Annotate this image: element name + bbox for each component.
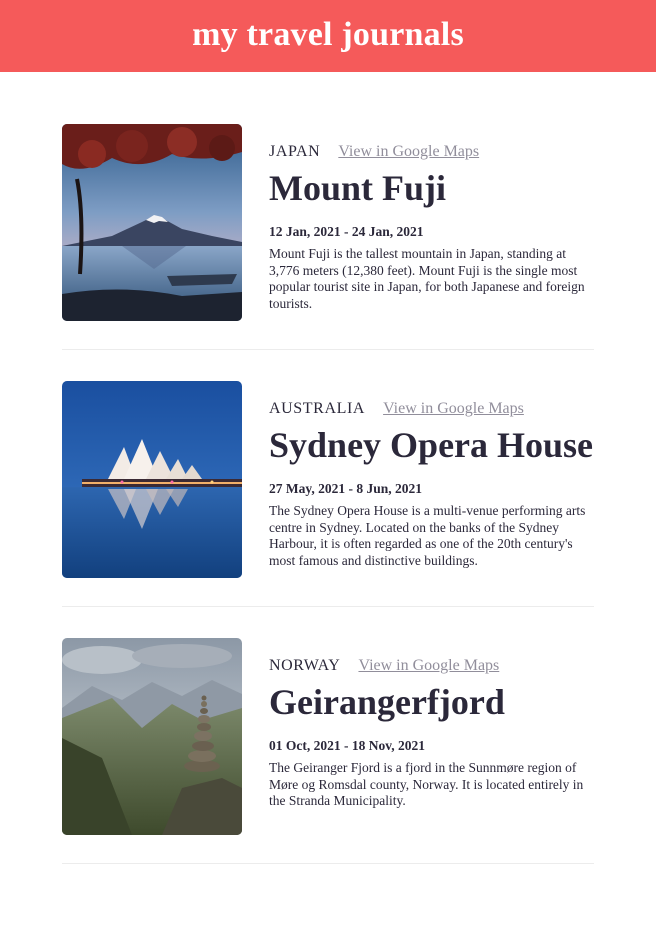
google-maps-link[interactable]: View in Google Maps (383, 400, 524, 418)
place-description: Mount Fuji is the tallest mountain in Ja… (269, 246, 585, 312)
journal-list: JAPAN View in Google Maps Mount Fuji 12 … (0, 72, 656, 864)
place-description: The Sydney Opera House is a multi-venue … (269, 503, 586, 569)
trip-dates: 01 Oct, 2021 - 18 Nov, 2021 (269, 738, 425, 753)
location-row: NORWAY View in Google Maps (269, 657, 594, 677)
sydney-opera-house-photo (62, 381, 242, 578)
trip-dates: 12 Jan, 2021 - 24 Jan, 2021 (269, 224, 424, 239)
location-row: JAPAN View in Google Maps (269, 143, 594, 163)
app-header: my travel journals (0, 0, 656, 72)
place-title: Mount Fuji (269, 168, 447, 208)
entry-info: NORWAY View in Google Maps Geirangerfjor… (269, 638, 594, 864)
place-description: The Geiranger Fjord is a fjord in the Su… (269, 760, 584, 809)
location-row: AUSTRALIA View in Google Maps (269, 400, 594, 420)
geirangerfjord-photo (62, 638, 242, 835)
app-title: my travel journals (192, 16, 464, 53)
entry-info: JAPAN View in Google Maps Mount Fuji 12 … (269, 124, 594, 350)
trip-dates: 27 May, 2021 - 8 Jun, 2021 (269, 481, 423, 496)
journal-entry: NORWAY View in Google Maps Geirangerfjor… (62, 638, 594, 864)
entry-info: AUSTRALIA View in Google Maps Sydney Ope… (269, 381, 594, 607)
country-label: NORWAY (269, 657, 341, 674)
country-label: AUSTRALIA (269, 400, 366, 417)
place-title: Sydney Opera House (269, 425, 594, 465)
google-maps-link[interactable]: View in Google Maps (358, 657, 499, 675)
journal-entry: AUSTRALIA View in Google Maps Sydney Ope… (62, 381, 594, 607)
google-maps-link[interactable]: View in Google Maps (338, 143, 479, 161)
country-label: JAPAN (269, 143, 321, 160)
mount-fuji-photo (62, 124, 242, 321)
journal-entry: JAPAN View in Google Maps Mount Fuji 12 … (62, 124, 594, 350)
place-title: Geirangerfjord (269, 682, 505, 722)
